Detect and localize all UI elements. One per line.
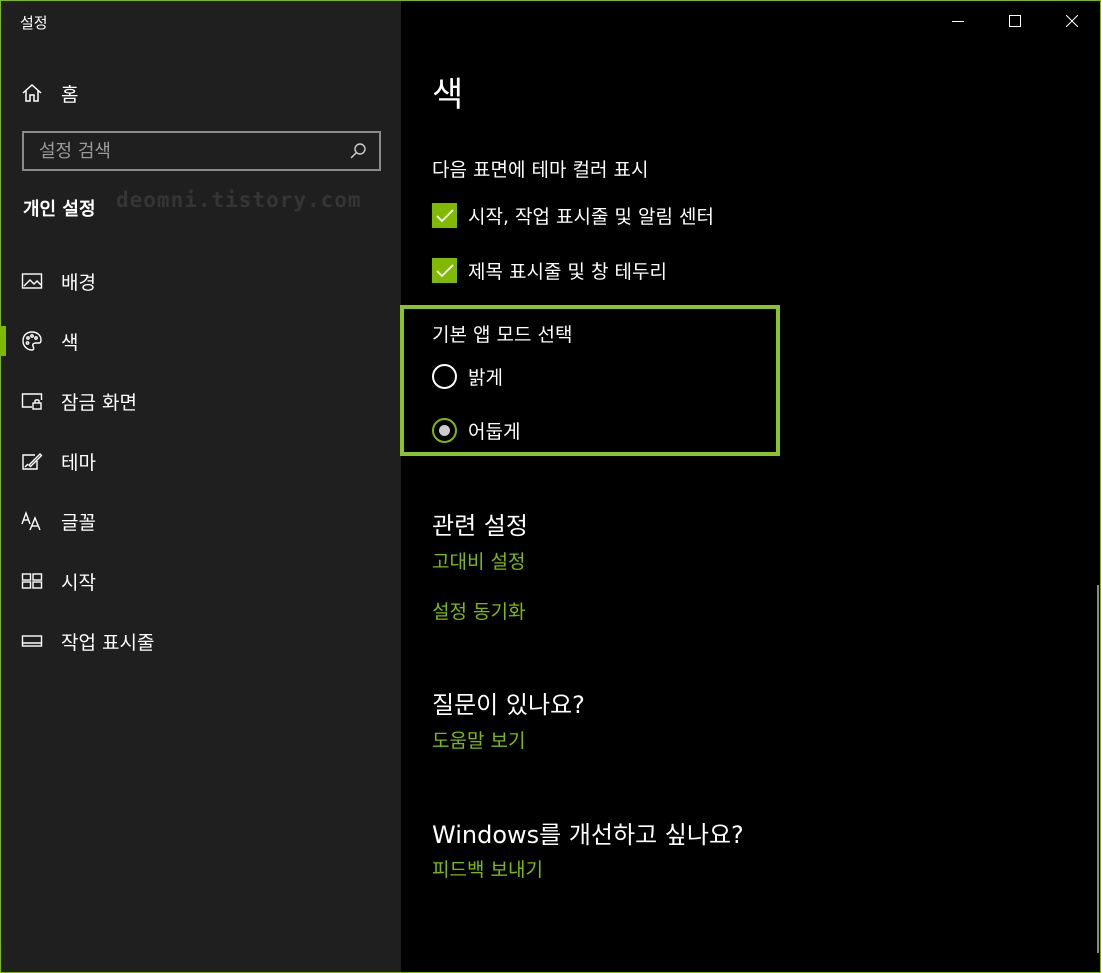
palette-icon — [21, 330, 43, 352]
start-icon — [21, 570, 43, 592]
feedback-link[interactable]: 피드백 보내기 — [432, 855, 543, 882]
sidebar-item-label: 글꼴 — [61, 511, 96, 534]
sidebar-item-fonts[interactable]: 글꼴 — [1, 491, 401, 551]
watermark: deomni.tistory.com — [116, 188, 362, 212]
search-icon[interactable] — [347, 140, 369, 162]
radio-label: 어둡게 — [468, 421, 521, 443]
home-icon — [21, 82, 43, 104]
app-mode-heading: 기본 앱 모드 선택 — [432, 324, 573, 346]
sidebar-item-theme[interactable]: 테마 — [1, 431, 401, 491]
checkmark-icon — [435, 263, 454, 277]
settings-window: 설정 홈 deomni.tistory.com 개인 설정 배경 — [0, 0, 1101, 973]
sidebar-item-color[interactable]: 색 — [1, 311, 401, 371]
picture-icon — [21, 270, 43, 292]
sidebar-item-label: 시작 — [61, 571, 96, 594]
checkbox-label: 제목 표시줄 및 창 테두리 — [468, 261, 667, 283]
app-title: 설정 — [20, 14, 48, 32]
checkbox-checked[interactable] — [432, 258, 457, 283]
nav-home-label: 홈 — [61, 83, 79, 106]
checkbox-start-taskbar[interactable]: 시작, 작업 표시줄 및 알림 센터 — [432, 202, 714, 229]
checkmark-icon — [435, 208, 454, 222]
nav-home[interactable]: 홈 — [1, 73, 401, 113]
sidebar: 설정 홈 deomni.tistory.com 개인 설정 배경 — [1, 1, 401, 972]
font-icon — [21, 510, 43, 532]
checkbox-checked[interactable] — [432, 203, 457, 228]
theme-color-heading: 다음 표면에 테마 컬러 표시 — [432, 159, 649, 181]
related-settings-heading: 관련 설정 — [432, 512, 528, 540]
section-title: 개인 설정 — [23, 199, 96, 220]
active-indicator — [1, 326, 6, 356]
checkbox-label: 시작, 작업 표시줄 및 알림 센터 — [468, 206, 714, 228]
feedback-heading: Windows를 개선하고 싶나요? — [432, 821, 744, 849]
radio-dark[interactable]: 어둡게 — [432, 417, 520, 444]
radio-dot — [439, 425, 450, 436]
sidebar-item-label: 잠금 화면 — [61, 391, 137, 414]
help-link[interactable]: 도움말 보기 — [432, 726, 525, 753]
radio-button[interactable] — [432, 364, 457, 389]
sidebar-item-label: 테마 — [61, 451, 96, 474]
content-pane: 색 다음 표면에 테마 컬러 표시 시작, 작업 표시줄 및 알림 센터 제목 … — [400, 1, 1100, 972]
question-heading: 질문이 있나요? — [432, 691, 585, 719]
checkbox-titlebar-border[interactable]: 제목 표시줄 및 창 테두리 — [432, 257, 667, 284]
taskbar-icon — [21, 630, 43, 652]
radio-label: 밝게 — [468, 367, 503, 389]
sidebar-item-start[interactable]: 시작 — [1, 551, 401, 611]
radio-light[interactable]: 밝게 — [432, 363, 503, 390]
lock-screen-icon — [21, 390, 43, 412]
sidebar-item-label: 작업 표시줄 — [61, 631, 155, 654]
high-contrast-link[interactable]: 고대비 설정 — [432, 547, 525, 574]
sidebar-item-background[interactable]: 배경 — [1, 251, 401, 311]
nav-list: 배경 색 잠금 화면 테마 글꼴 시작 작업 표시줄 — [1, 251, 401, 671]
search-box[interactable] — [22, 131, 381, 171]
scrollbar[interactable] — [1097, 585, 1099, 953]
sidebar-item-taskbar[interactable]: 작업 표시줄 — [1, 611, 401, 671]
sync-settings-link[interactable]: 설정 동기화 — [432, 597, 525, 624]
theme-icon — [21, 450, 43, 472]
sidebar-item-lock-screen[interactable]: 잠금 화면 — [1, 371, 401, 431]
sidebar-item-label: 색 — [61, 331, 79, 354]
search-input[interactable] — [39, 140, 347, 162]
page-title: 색 — [432, 75, 464, 115]
sidebar-item-label: 배경 — [61, 271, 96, 294]
radio-button-selected[interactable] — [432, 418, 457, 443]
